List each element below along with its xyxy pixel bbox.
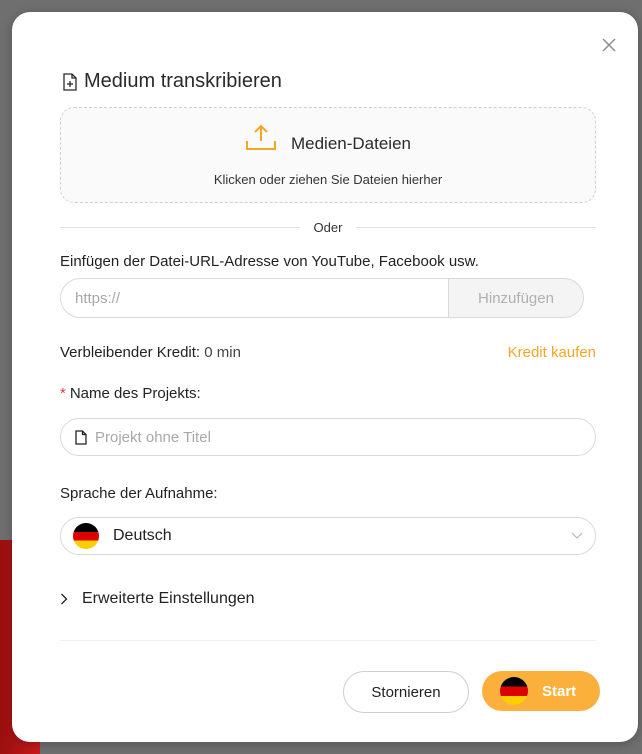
footer-divider: [60, 640, 596, 641]
dialog-title-text: Medium transkribieren: [84, 70, 282, 92]
or-divider: Oder: [60, 218, 596, 236]
germany-flag-icon: [500, 677, 528, 705]
required-marker: *: [60, 385, 66, 402]
language-label: Sprache der Aufnahme:: [60, 485, 218, 502]
url-input[interactable]: [60, 278, 448, 318]
dialog-title: Medium transkribieren: [62, 70, 282, 93]
start-button[interactable]: Start: [482, 671, 600, 711]
chevron-right-icon: [61, 593, 68, 605]
divider-line: [356, 226, 596, 228]
language-select[interactable]: Deutsch: [60, 517, 596, 555]
project-name-label-text: Name des Projekts:: [69, 385, 201, 402]
divider-line: [60, 226, 300, 228]
germany-flag-icon: [73, 523, 99, 549]
credit-row: Verbleibender Kredit: 0 min Kredit kaufe…: [60, 344, 596, 361]
credit-value: 0 min: [200, 344, 241, 361]
credit-info: Verbleibender Kredit: 0 min: [60, 344, 241, 361]
file-icon: [75, 429, 87, 445]
url-input-group: Hinzufügen: [60, 278, 584, 318]
dropzone-subtitle: Klicken oder ziehen Sie Dateien hierher: [213, 172, 443, 187]
add-url-button[interactable]: Hinzufügen: [448, 278, 584, 318]
divider-text: Oder: [313, 219, 343, 235]
transcribe-dialog: Medium transkribieren Medien-Dateien Kli…: [12, 12, 638, 742]
project-name-field[interactable]: [60, 418, 596, 456]
buy-credit-link[interactable]: Kredit kaufen: [508, 344, 596, 361]
credit-label: Verbleibender Kredit:: [60, 344, 201, 361]
project-name-input[interactable]: [93, 427, 595, 447]
project-name-label: * Name des Projekts:: [60, 385, 201, 402]
close-icon[interactable]: [600, 36, 618, 54]
cancel-button[interactable]: Stornieren: [343, 671, 469, 713]
url-label: Einfügen der Datei-URL-Adresse von YouTu…: [60, 253, 479, 270]
upload-icon: [245, 124, 276, 150]
dropzone-title: Medien-Dateien: [290, 134, 411, 153]
media-dropzone[interactable]: Medien-Dateien Klicken oder ziehen Sie D…: [60, 107, 596, 203]
chevron-down-icon: [571, 532, 583, 539]
language-value: Deutsch: [113, 527, 172, 544]
start-button-label: Start: [542, 682, 577, 700]
advanced-settings-label: Erweiterte Einstellungen: [82, 590, 255, 607]
file-plus-icon: [63, 72, 77, 91]
advanced-settings-toggle[interactable]: Erweiterte Einstellungen: [60, 590, 255, 608]
